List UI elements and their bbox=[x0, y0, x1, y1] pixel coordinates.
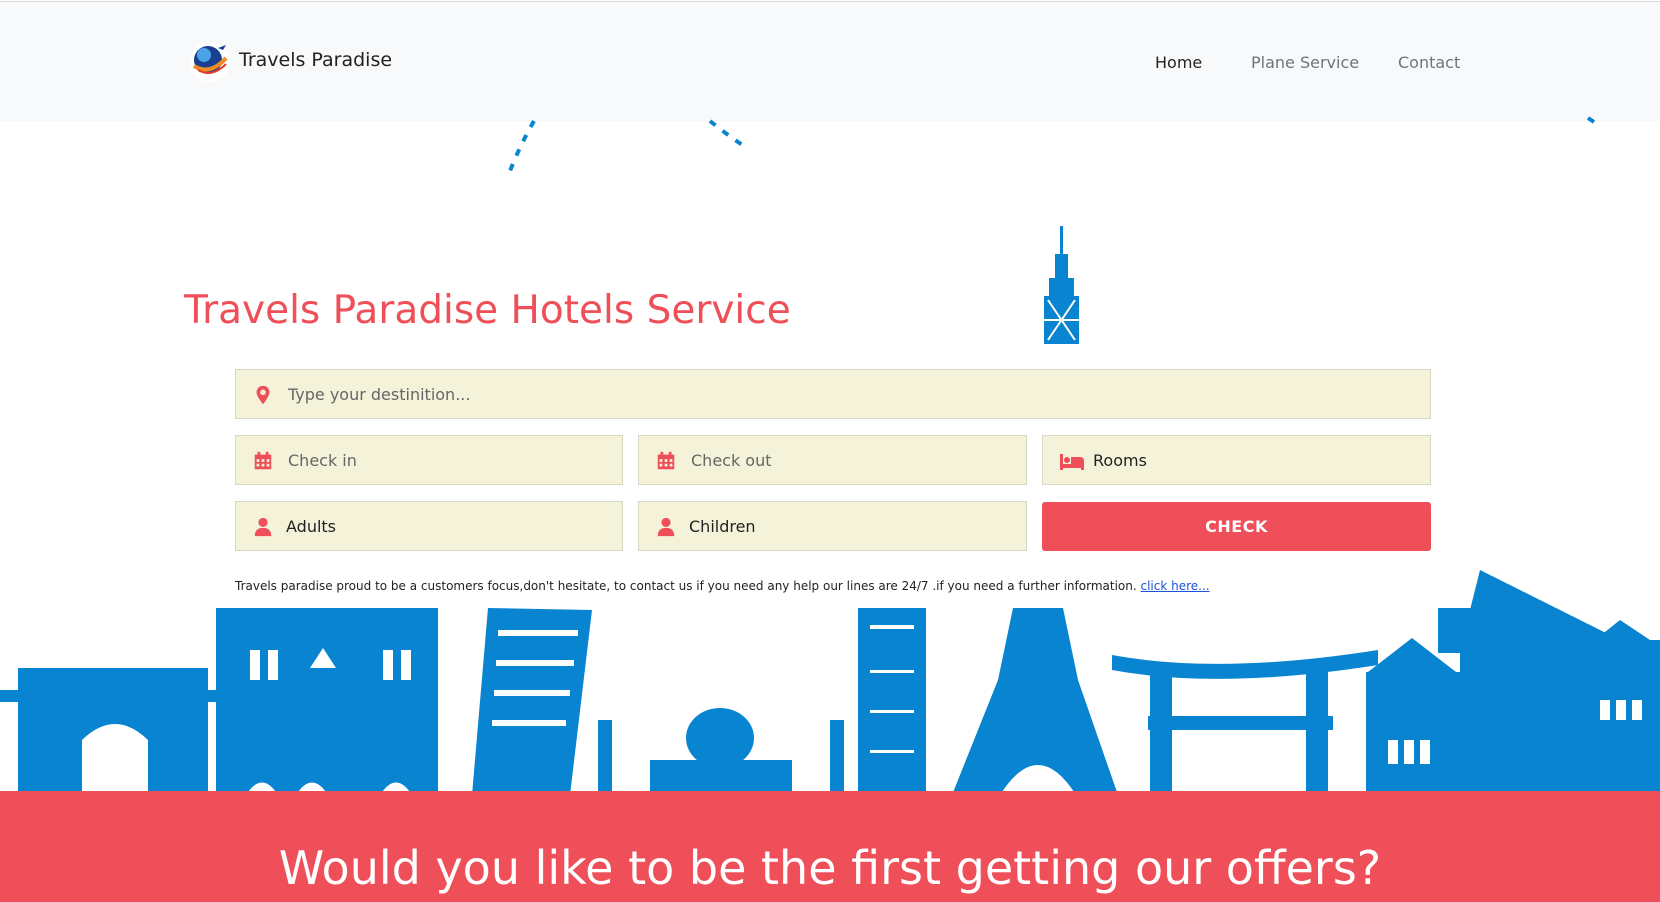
map-marker-icon bbox=[256, 385, 270, 405]
destination-input[interactable] bbox=[286, 383, 1430, 405]
info-text: Travels paradise proud to be a customers… bbox=[235, 579, 1210, 593]
checkin-field[interactable] bbox=[235, 435, 623, 485]
city-skyline-illustration bbox=[0, 570, 1660, 795]
nav-home[interactable]: Home bbox=[1155, 53, 1202, 72]
nav-contact[interactable]: Contact bbox=[1398, 53, 1460, 72]
hero-title: Travels Paradise Hotels Service bbox=[184, 288, 791, 333]
checkin-input[interactable] bbox=[286, 449, 622, 471]
info-message: Travels paradise proud to be a customers… bbox=[235, 579, 1137, 593]
bed-icon bbox=[1060, 454, 1084, 470]
checkout-field[interactable] bbox=[638, 435, 1027, 485]
rooms-label: Rooms bbox=[1093, 450, 1147, 470]
brand-name[interactable]: Travels Paradise bbox=[239, 49, 392, 71]
destination-field[interactable] bbox=[235, 369, 1431, 419]
newsletter-banner: Would you like to be the first getting o… bbox=[0, 791, 1660, 902]
newsletter-title: Would you like to be the first getting o… bbox=[278, 841, 1382, 895]
rooms-select[interactable]: Rooms bbox=[1042, 435, 1431, 485]
calendar-icon bbox=[657, 451, 675, 470]
globe-logo-icon[interactable] bbox=[188, 40, 232, 84]
click-here-link[interactable]: click here... bbox=[1141, 579, 1210, 593]
calendar-icon bbox=[254, 451, 272, 470]
tower-icon bbox=[1044, 226, 1079, 344]
checkout-input[interactable] bbox=[689, 449, 1026, 471]
nav-plane-service[interactable]: Plane Service bbox=[1251, 53, 1359, 72]
navbar: Travels Paradise Home Plane Service Cont… bbox=[0, 1, 1660, 121]
